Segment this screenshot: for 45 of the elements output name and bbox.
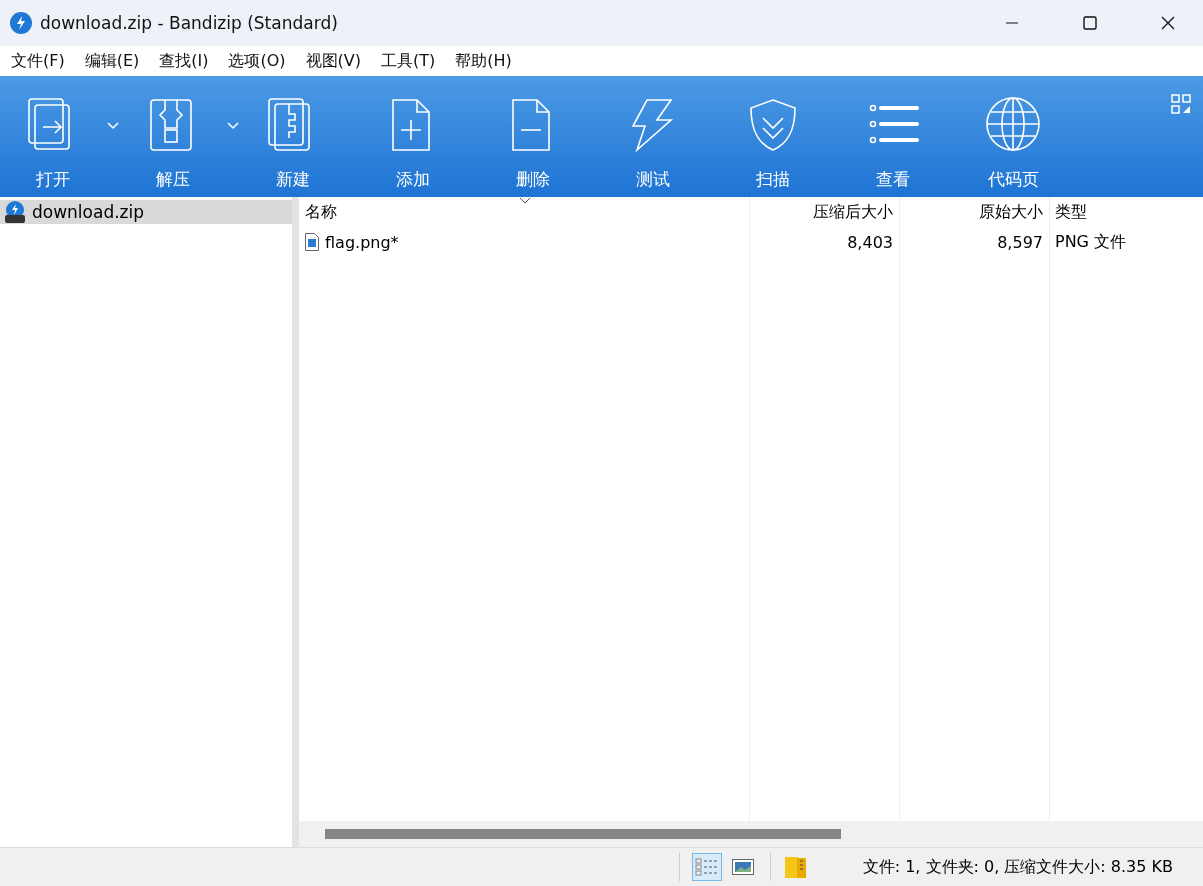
layout-icon[interactable] [1171, 94, 1191, 114]
sort-icon [519, 197, 531, 205]
menu-item[interactable]: 视图(V) [298, 50, 368, 72]
menu-item[interactable]: 帮助(H) [448, 50, 519, 72]
column-header[interactable]: 原始大小 [899, 197, 1049, 227]
menu-item[interactable]: 选项(O) [221, 50, 293, 72]
toolbar-button[interactable]: 测试 [600, 76, 706, 197]
horizontal-scrollbar[interactable] [299, 821, 1203, 847]
scrollbar-thumb[interactable] [325, 829, 841, 839]
tree-item[interactable]: download.zip [0, 200, 292, 224]
status-text: 文件: 1, 文件夹: 0, 压缩文件大小: 8.35 KB [862, 856, 1173, 878]
column-header[interactable]: 压缩后大小 [749, 197, 899, 227]
table-cell-text: PNG 文件 [1054, 230, 1128, 253]
toolbar-button[interactable]: 代码页 [960, 76, 1066, 197]
toolbar-button[interactable]: 删除 [480, 76, 586, 197]
minimize-icon [1005, 22, 1019, 24]
toolbar-button[interactable]: 新建 [240, 76, 346, 197]
toolbar-button[interactable]: 打开 [0, 76, 106, 197]
globe-icon [985, 96, 1041, 154]
menu-item[interactable]: 文件(F) [4, 50, 72, 72]
view-button[interactable] [691, 853, 722, 881]
column-header[interactable]: 类型 [1049, 197, 1203, 227]
toolbar-button[interactable]: 添加 [360, 76, 466, 197]
column-header[interactable]: 名称 [299, 197, 749, 227]
caret-icon [107, 122, 119, 130]
toolbar-button[interactable]: 查看 [840, 76, 946, 197]
table-cell: flag.png* [299, 227, 749, 257]
toolbar-button[interactable]: 解压 [120, 76, 226, 197]
menu-item[interactable]: 查找(I) [152, 50, 216, 72]
picture-view-icon [731, 859, 754, 875]
maximize-icon [1082, 15, 1098, 31]
tree-item-label: download.zip [32, 202, 145, 222]
menu-item[interactable]: 编辑(E) [77, 50, 147, 72]
caret-icon [227, 122, 239, 130]
table-cell-text: 8,403 [846, 231, 894, 254]
menu-item[interactable]: 工具(T) [374, 50, 443, 72]
image-file-icon [305, 233, 319, 251]
table-cell-text: 8,597 [996, 231, 1044, 254]
folder-icon[interactable] [782, 854, 809, 880]
toolbar-button[interactable]: 扫描 [720, 76, 826, 197]
window-title: download.zip - Bandizip (Standard) [40, 13, 339, 33]
zip-file-icon [4, 201, 26, 223]
app-logo-icon [10, 12, 32, 34]
details-view-icon [694, 857, 719, 877]
close-icon [1160, 15, 1176, 31]
